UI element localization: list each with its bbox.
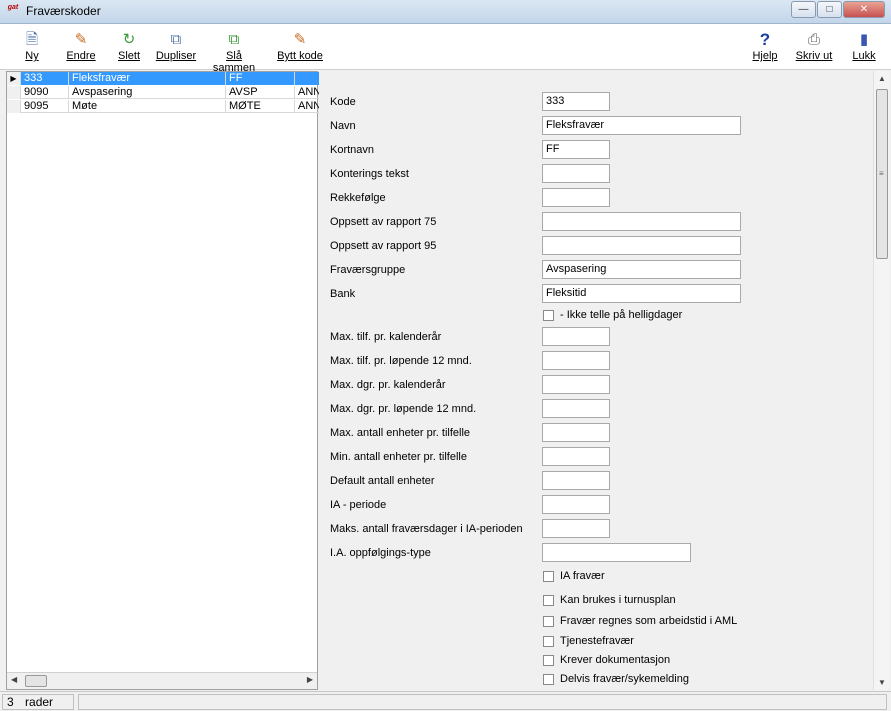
field-label: Bank [330,288,356,300]
printer-icon: ⎙ [807,31,820,48]
minimize-button[interactable]: — [791,1,816,18]
field-label: Navn [330,120,356,132]
field-label: Max. dgr. pr. løpende 12 mnd. [330,403,477,415]
code-field[interactable]: 333 [542,92,610,111]
holiday-checkbox-label: - Ikke telle på helligdager [560,309,683,321]
scroll-up-icon[interactable]: ▲ [878,74,886,83]
delete-button[interactable]: ↻ Slett [115,30,143,68]
partial-sick-leave-checkbox[interactable] [543,674,554,685]
grip-icon: ≡ [879,169,884,178]
holiday-checkbox[interactable] [543,310,554,321]
max-occurrences-year-field[interactable] [542,327,610,346]
detail-form: Kode 333 Navn Fleksfravær Kortnavn FF Ko… [322,71,873,690]
checkbox-label: Fravær regnes som arbeidstid i AML [560,615,738,627]
ia-max-days-field[interactable] [542,519,610,538]
window-title: Fraværskoder [26,4,101,18]
title-bar: gat Fraværskoder — □ ✕ [0,0,891,24]
codes-grid[interactable]: ▶ 333 Fleksfravær FF 9090 Avspasering AV… [6,71,319,690]
max-days-12m-field[interactable] [542,399,610,418]
app-logo-icon: gat [7,4,19,11]
row-count: 3 [7,695,14,709]
name-field[interactable]: Fleksfravær [542,116,741,135]
edit-button[interactable]: ✎ Endre [64,30,98,68]
row-count-panel: 3 rader [2,694,74,710]
report-95-field[interactable] [542,236,741,255]
scroll-left-icon[interactable]: ◀ [11,675,17,684]
field-label: Rekkefølge [330,192,386,204]
field-label: Default antall enheter [330,475,435,487]
new-button[interactable]: 🗎 Ny [20,30,44,68]
switch-code-button[interactable]: ✎ Bytt kode [276,30,324,68]
max-days-year-field[interactable] [542,375,610,394]
min-units-field[interactable] [542,447,610,466]
ia-absence-checkbox[interactable] [543,571,554,582]
help-icon: ? [759,30,771,49]
table-row[interactable]: 9090 Avspasering AVSP ANN [7,86,319,99]
duplicate-icon: ⧉ [170,31,182,48]
max-units-field[interactable] [542,423,610,442]
help-button[interactable]: ? Hjelp [751,30,779,68]
service-absence-checkbox[interactable] [543,636,554,647]
field-label: Oppsett av rapport 75 [330,216,437,228]
shift-plan-checkbox[interactable] [543,595,554,606]
switch-code-icon: ✎ [293,31,307,48]
close-button[interactable]: ▮ Lukk [850,30,878,68]
field-label: Min. antall enheter pr. tilfelle [330,451,467,463]
default-units-field[interactable] [542,471,610,490]
status-message-panel [78,694,887,710]
grid-horizontal-scrollbar[interactable]: ◀ ▶ [7,672,317,689]
status-bar: 3 rader [0,691,891,711]
checkbox-label: Kan brukes i turnusplan [560,594,676,606]
field-label: Kortnavn [330,144,375,156]
report-75-field[interactable] [542,212,741,231]
checkbox-label: Tjenestefravær [560,635,634,647]
form-vertical-scrollbar[interactable]: ▲ ≡ ▼ [873,71,889,690]
field-label: Maks. antall fraværsdager i IA-perioden [330,523,523,535]
checkbox-label: IA fravær [560,570,605,582]
row-indicator-icon: ▶ [7,72,21,85]
sort-order-field[interactable] [542,188,610,207]
aml-worktime-checkbox[interactable] [543,616,554,627]
field-label: Oppsett av rapport 95 [330,240,437,252]
bank-field[interactable]: Fleksitid [542,284,741,303]
max-occurrences-12m-field[interactable] [542,351,610,370]
table-row[interactable]: ▶ 333 Fleksfravær FF [7,72,319,85]
edit-icon: ✎ [74,31,88,48]
print-button[interactable]: ⎙ Skriv ut [794,30,834,68]
field-label: Fraværsgruppe [330,264,406,276]
checkbox-label: Delvis fravær/sykemelding [560,673,689,685]
short-name-field[interactable]: FF [542,140,610,159]
accounting-text-field[interactable] [542,164,610,183]
field-label: Max. dgr. pr. kalenderår [330,379,446,391]
checkbox-label: Krever dokumentasjon [560,654,671,666]
maximize-button[interactable]: □ [817,1,842,18]
delete-icon: ↻ [122,31,136,48]
field-label: I.A. oppfølgings-type [330,547,431,559]
ia-period-field[interactable] [542,495,610,514]
scroll-right-icon[interactable]: ▶ [307,675,313,684]
scroll-thumb[interactable] [25,675,47,687]
requires-documentation-checkbox[interactable] [543,655,554,666]
merge-icon: ⧉ [228,31,240,48]
close-window-button[interactable]: ✕ [843,1,885,18]
toolbar: 🗎 Ny ✎ Endre ↻ Slett ⧉ Dupliser ⧉ Slå sa… [0,24,891,74]
field-label: Konterings tekst [330,168,409,180]
field-label: Max. tilf. pr. løpende 12 mnd. [330,355,472,367]
field-label: Max. tilf. pr. kalenderår [330,331,442,343]
field-label: Max. antall enheter pr. tilfelle [330,427,471,439]
new-document-icon: 🗎 [25,31,39,48]
ia-followup-type-field[interactable] [542,543,691,562]
table-row[interactable]: 9095 Møte MØTE ANN [7,100,319,113]
field-label: IA - periode [330,499,387,511]
absence-group-field[interactable]: Avspasering [542,260,741,279]
scroll-down-icon[interactable]: ▼ [878,678,886,687]
field-label: Kode [330,96,356,108]
duplicate-button[interactable]: ⧉ Dupliser [155,30,197,68]
merge-button[interactable]: ⧉ Slå sammen [204,30,264,74]
close-door-icon: ▮ [859,31,869,48]
row-count-label: rader [25,695,54,709]
